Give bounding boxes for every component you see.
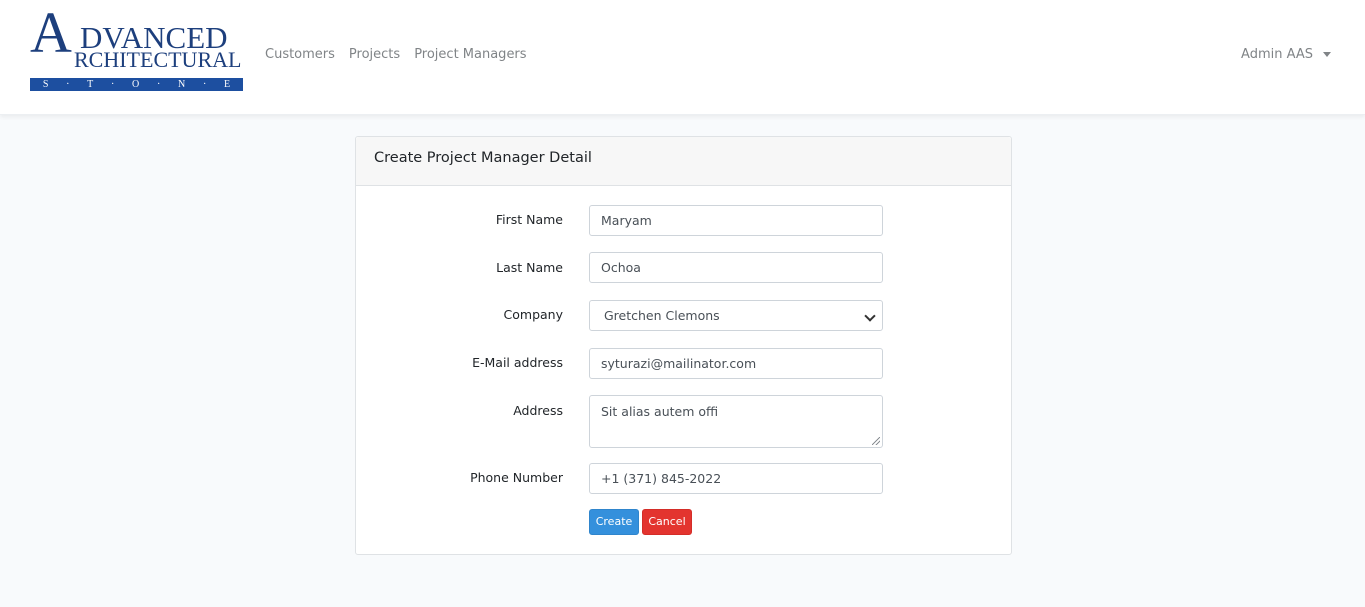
nav-links: Customers Projects Project Managers: [265, 47, 527, 62]
email-label: E-Mail address: [472, 355, 563, 370]
nav-link-project-managers[interactable]: Project Managers: [414, 47, 526, 62]
logo-dot: ·: [66, 79, 70, 90]
logo-dot: ·: [202, 79, 207, 90]
logo-stone-band: S · T · O · N · E: [30, 78, 243, 91]
user-name: Admin AAS: [1241, 47, 1313, 62]
logo-stone-letter: N: [178, 79, 186, 90]
logo-stone-letter: S: [42, 79, 49, 90]
chevron-down-icon: [864, 310, 876, 322]
top-navbar: A DVANCED RCHITECTURAL S · T · O · N · E…: [0, 0, 1365, 115]
create-project-manager-card: Create Project Manager Detail First Name…: [355, 136, 1012, 555]
phone-input[interactable]: +1 (371) 845-2022: [589, 463, 883, 494]
cancel-button[interactable]: Cancel: [642, 509, 692, 535]
logo-stone-letter: O: [132, 79, 140, 90]
logo-word-rchitectural: RCHITECTURAL: [74, 47, 242, 72]
nav-link-projects[interactable]: Projects: [349, 47, 400, 62]
logo-letter-a: A: [30, 0, 72, 65]
resize-grip-icon[interactable]: [872, 437, 880, 445]
first-name-input[interactable]: Maryam: [589, 205, 883, 236]
logo-dot: ·: [110, 79, 115, 90]
company-selected-value: Gretchen Clemons: [604, 308, 720, 323]
first-name-label: First Name: [495, 212, 563, 227]
company-label: Company: [503, 307, 563, 322]
user-dropdown[interactable]: Admin AAS: [1241, 47, 1331, 62]
email-input[interactable]: syturazi@mailinator.com: [589, 348, 883, 379]
logo-dot: ·: [156, 79, 161, 90]
address-value: Sit alias autem offi: [601, 404, 719, 419]
nav-link-customers[interactable]: Customers: [265, 47, 335, 62]
logo-stone-letter: T: [87, 79, 94, 90]
last-name-label: Last Name: [496, 260, 563, 275]
phone-label: Phone Number: [470, 470, 563, 485]
create-button[interactable]: Create: [589, 509, 639, 535]
logo-stone-letter: E: [223, 79, 231, 90]
company-select[interactable]: Gretchen Clemons: [589, 300, 883, 331]
address-label: Address: [513, 403, 563, 418]
logo-wordmark: A DVANCED RCHITECTURAL: [30, 4, 243, 76]
company-logo[interactable]: A DVANCED RCHITECTURAL S · T · O · N · E: [30, 4, 243, 91]
caret-down-icon: [1323, 52, 1331, 57]
last-name-input[interactable]: Ochoa: [589, 252, 883, 283]
card-title: Create Project Manager Detail: [356, 137, 1011, 186]
address-textarea[interactable]: Sit alias autem offi: [589, 395, 883, 448]
